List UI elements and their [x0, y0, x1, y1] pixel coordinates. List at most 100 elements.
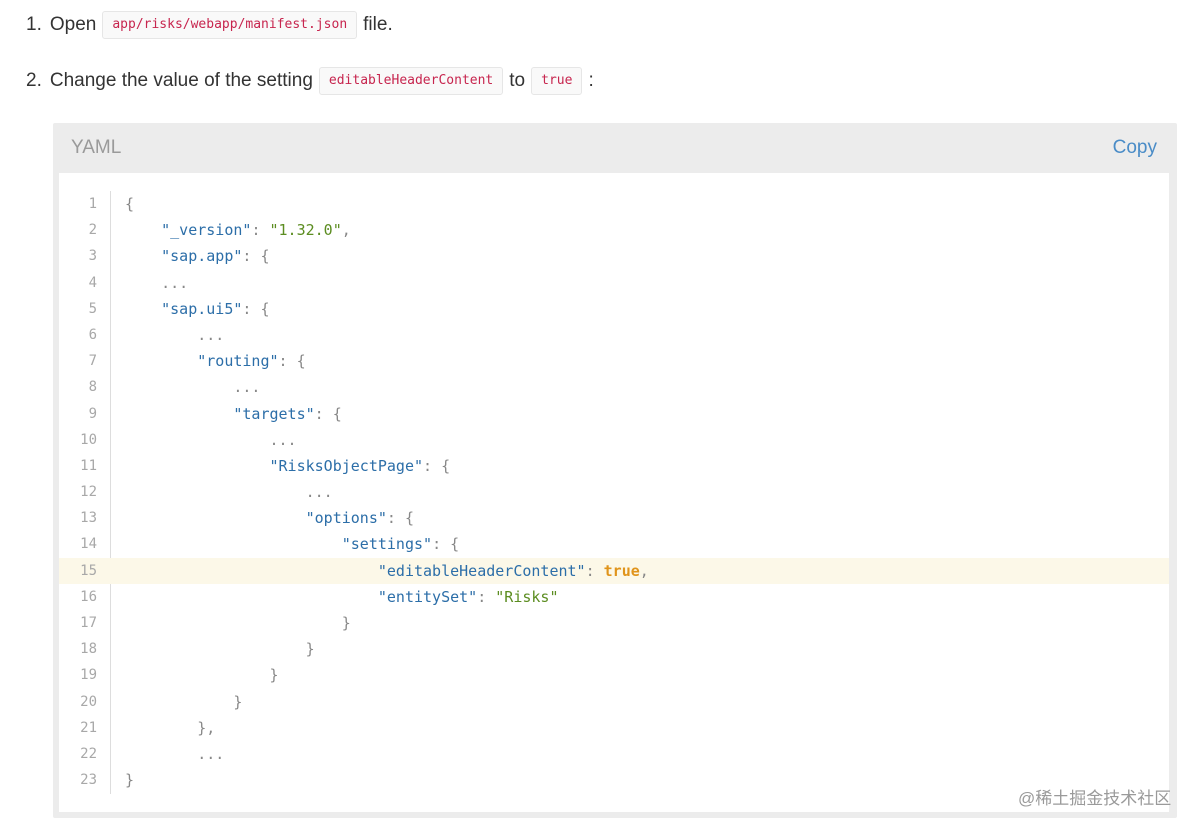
code-source: "RisksObjectPage": {: [125, 453, 451, 479]
line-number: 7: [88, 353, 97, 370]
code-token: "entitySet": [377, 587, 478, 606]
copy-button[interactable]: Copy: [1113, 137, 1157, 159]
line-number: 16: [80, 588, 97, 605]
code-token: ...: [233, 378, 261, 397]
step-1: 1. Open app/risks/webapp/manifest.json f…: [26, 10, 393, 40]
code-source: ...: [125, 741, 224, 767]
code-token: : {: [386, 509, 414, 528]
code-token: ,: [639, 561, 649, 580]
code-source: ...: [125, 270, 188, 296]
code-token: "RisksObjectPage": [269, 456, 424, 475]
line-number: 4: [88, 274, 97, 291]
code-token: : {: [314, 404, 342, 423]
code-source: }: [125, 610, 351, 636]
code-token: ...: [269, 430, 297, 449]
code-lines: 1{2 "_version": "1.32.0", 3 "sap.app": {4…: [59, 191, 1169, 793]
code-token: ...: [161, 273, 189, 292]
code-token: "editableHeaderContent": [377, 561, 586, 580]
code-token: ...: [197, 325, 225, 344]
line-number: 1: [88, 196, 97, 212]
code-token: "sap.ui5": [161, 299, 243, 318]
code-source: "targets": {: [125, 401, 342, 427]
code-source: "_version": "1.32.0",: [125, 217, 351, 243]
code-line: 6 ...: [59, 322, 1169, 348]
code-source: ...: [125, 322, 224, 348]
code-source: "options": {: [125, 505, 414, 531]
step-text: Change the value of the setting: [49, 70, 313, 91]
step-text: Open: [49, 14, 97, 35]
code-token: ...: [197, 744, 225, 763]
line-number: 15: [80, 562, 97, 579]
code-block-header: YAML Copy: [53, 123, 1177, 173]
code-token: }: [341, 614, 351, 632]
code-block: YAML Copy 1{2 "_version": "1.32.0", 3 "sa…: [53, 123, 1177, 818]
code-source: },: [125, 715, 215, 741]
code-token: "routing": [197, 352, 279, 371]
line-number: 6: [88, 326, 97, 343]
code-line: 2 "_version": "1.32.0",: [59, 217, 1169, 243]
code-source: "entitySet": "Risks": [125, 584, 559, 610]
code-line: 21 },: [59, 715, 1169, 741]
code-line: 18 }: [59, 636, 1169, 662]
code-line: 16 "entitySet": "Risks": [59, 584, 1169, 610]
line-number: 19: [80, 667, 97, 684]
line-number: 21: [80, 719, 97, 736]
code-token: :: [585, 561, 604, 580]
step-text-middle: to: [509, 70, 526, 91]
code-line: 11 "RisksObjectPage": {: [59, 453, 1169, 479]
code-line: 23}: [59, 767, 1169, 793]
code-line: 14 "settings": {: [59, 531, 1169, 557]
code-source: "sap.ui5": {: [125, 296, 270, 322]
code-source: "settings": {: [125, 531, 459, 557]
code-token: "options": [305, 509, 387, 528]
code-token: "_version": [161, 221, 252, 240]
step-text-after: file.: [363, 14, 393, 35]
line-number: 20: [80, 693, 97, 710]
line-number: 17: [80, 615, 97, 631]
code-token: "targets": [233, 404, 315, 423]
line-number: 13: [80, 510, 97, 527]
code-source: ...: [125, 427, 297, 453]
code-line: 12 ...: [59, 479, 1169, 505]
code-source: }: [125, 689, 242, 715]
code-line: 7 "routing": {: [59, 348, 1169, 374]
code-token: }: [125, 771, 135, 790]
code-token: "settings": [341, 535, 433, 554]
code-language-label: YAML: [71, 137, 122, 158]
code-token: : {: [432, 535, 460, 554]
code-source: "routing": {: [125, 348, 305, 374]
watermark: @稀土掘金技术社区: [1018, 789, 1172, 808]
code-line: 19 }: [59, 662, 1169, 688]
code-token: }: [305, 640, 315, 659]
code-source: {: [125, 191, 134, 217]
code-line: 15 "editableHeaderContent": true,: [59, 557, 1169, 584]
code-token: :: [477, 587, 496, 606]
code-line: 13 "options": {: [59, 505, 1169, 531]
line-number: 12: [80, 484, 97, 501]
step-number: 1.: [26, 14, 42, 35]
code-line: 4 ...: [59, 270, 1169, 296]
code-line: 1{: [59, 191, 1169, 217]
code-token: ...: [305, 483, 333, 502]
code-source: }: [125, 767, 134, 793]
step-2: 2. Change the value of the setting edita…: [26, 66, 594, 96]
line-number: 23: [80, 772, 97, 789]
inline-code-file-path: app/risks/webapp/manifest.json: [102, 11, 358, 39]
code-line: 9 "targets": {: [59, 401, 1169, 427]
step-number: 2.: [26, 70, 42, 91]
code-source: ...: [125, 479, 333, 505]
step-text-after: :: [588, 70, 594, 91]
code-token: "1.32.0": [269, 221, 342, 240]
line-number: 5: [88, 300, 97, 317]
line-number: 9: [88, 405, 97, 422]
line-number: 14: [80, 536, 97, 553]
code-token: : {: [242, 247, 270, 266]
code-token: ,: [341, 221, 351, 240]
inline-code-setting: editableHeaderContent: [318, 67, 504, 95]
code-source: ...: [125, 374, 260, 400]
code-source: "editableHeaderContent": true,: [125, 558, 649, 584]
code-token: : {: [242, 299, 270, 318]
code-source: }: [125, 636, 315, 662]
inline-code-value: true: [531, 67, 583, 95]
code-line: 8 ...: [59, 374, 1169, 400]
